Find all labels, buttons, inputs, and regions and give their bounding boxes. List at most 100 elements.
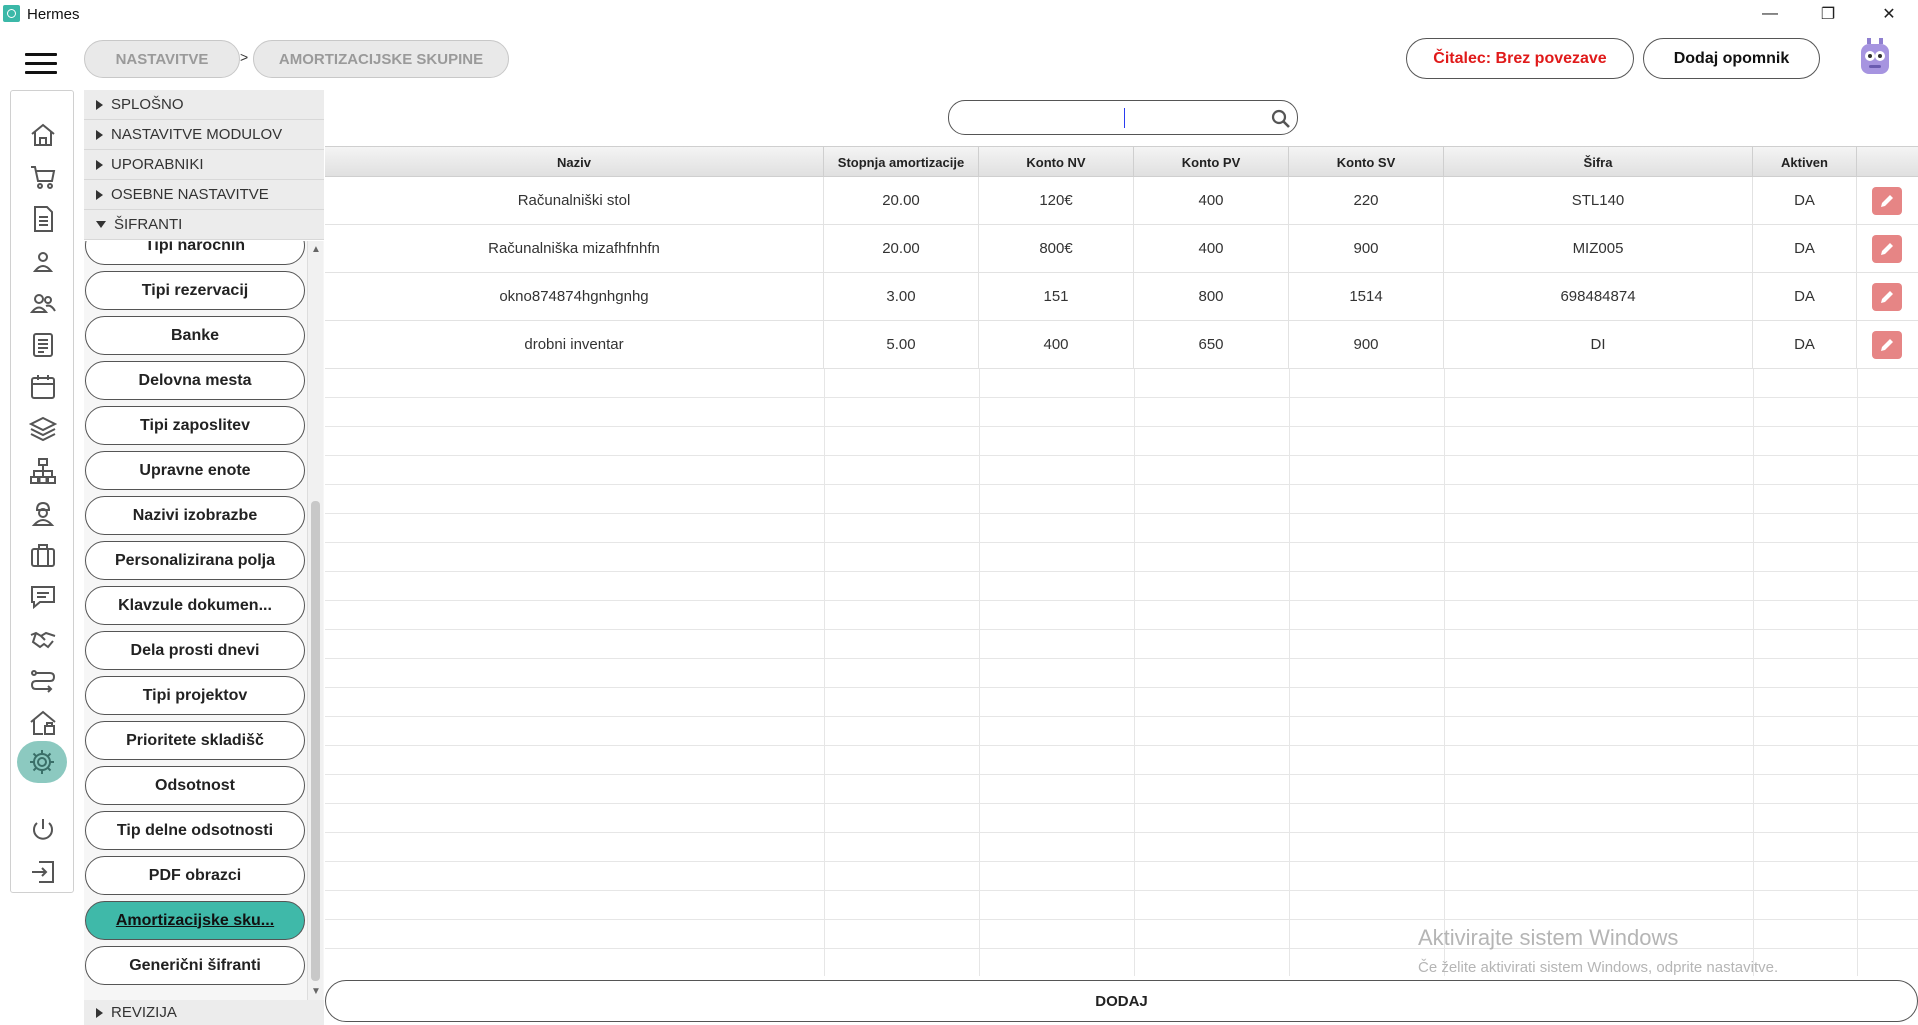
tree-section-uporabniki[interactable]: UPORABNIKI [84, 150, 324, 180]
edit-button[interactable] [1872, 187, 1902, 215]
search-icon[interactable] [1271, 109, 1291, 129]
sifranti-item[interactable]: Odsotnost [85, 766, 305, 805]
logout-icon[interactable] [28, 857, 58, 887]
table-cell: 800 [1134, 273, 1289, 320]
table-cell: 20.00 [824, 225, 979, 272]
sifranti-item[interactable]: Tipi naročnin [85, 241, 305, 265]
sifranti-item[interactable]: Tipi rezervacij [85, 271, 305, 310]
table-cell: DA [1753, 321, 1857, 368]
avatar[interactable] [1857, 38, 1893, 78]
chevron-right-icon [96, 1007, 103, 1018]
sifranti-item[interactable]: Delovna mesta [85, 361, 305, 400]
restore-button[interactable]: ❐ [1799, 0, 1857, 28]
empty-row [325, 775, 1918, 804]
windows-activation-text: Če želite aktivirati sistem Windows, odp… [1418, 959, 1779, 976]
empty-row [325, 572, 1918, 601]
table-row[interactable]: Računalniški stol 20.00 120€ 400 220 STL140 DA [325, 177, 1918, 225]
close-button[interactable]: ✕ [1860, 0, 1918, 28]
table-header: Naziv Stopnja amortizacije Konto NV Konto P… [325, 146, 1918, 178]
sifranti-item[interactable]: Prioritete skladišč [85, 721, 305, 760]
add-button[interactable]: DODAJ [325, 980, 1918, 1022]
sifranti-item[interactable]: Personalizirana polja [85, 541, 305, 580]
empty-row [325, 543, 1918, 572]
sifranti-item[interactable]: Upravne enote [85, 451, 305, 490]
column-header[interactable]: Konto NV [979, 147, 1134, 178]
column-header-actions [1857, 147, 1918, 178]
table-row[interactable]: Računalniška mizafhfnhfn 20.00 800€ 400 900 M… [325, 225, 1918, 273]
search-input[interactable] [965, 106, 1265, 130]
sifranti-item[interactable]: Tip delne odsotnosti [85, 811, 305, 850]
table-cell: 1514 [1289, 273, 1444, 320]
tree-section-nastavitve-modulov[interactable]: NASTAVITVE MODULOV [84, 120, 324, 150]
sifranti-scrollbar[interactable]: ▲ ▼ [307, 241, 323, 1000]
sifranti-item[interactable]: Nazivi izobrazbe [85, 496, 305, 535]
add-reminder-button[interactable]: Dodaj opomnik [1643, 38, 1820, 79]
table-row[interactable]: okno874874hgnhgnhg 3.00 151 800 1514 69848487… [325, 273, 1918, 321]
sifranti-item[interactable]: Amortizacijske sku... [85, 901, 305, 940]
person-icon[interactable] [28, 246, 58, 276]
table-row[interactable]: drobni inventar 5.00 400 650 900 DI DA [325, 321, 1918, 369]
handshake-icon[interactable] [28, 624, 58, 654]
table-cell: 220 [1289, 177, 1444, 224]
sifranti-item[interactable]: Tipi zaposlitev [85, 406, 305, 445]
scroll-down-icon[interactable]: ▼ [311, 986, 321, 997]
text-caret [1124, 108, 1125, 128]
column-header[interactable]: Konto PV [1134, 147, 1289, 178]
sifranti-item[interactable]: Generični šifranti [85, 946, 305, 985]
empty-row [325, 746, 1918, 775]
breadcrumb-current[interactable]: AMORTIZACIJSKE SKUPINE [253, 40, 509, 78]
table-cell: 5.00 [824, 321, 979, 368]
briefcase-icon[interactable] [28, 540, 58, 570]
tree-section-osebne-nastavitve[interactable]: OSEBNE NASTAVITVE [84, 180, 324, 210]
tree-section-revizija[interactable]: REVIZIJA [84, 1000, 324, 1025]
column-header[interactable]: Šifra [1444, 147, 1753, 178]
cart-icon[interactable] [28, 162, 58, 192]
power-icon[interactable] [28, 815, 58, 845]
edit-button[interactable] [1872, 283, 1902, 311]
sifranti-item[interactable]: PDF obrazci [85, 856, 305, 895]
people-icon[interactable] [28, 288, 58, 318]
column-header[interactable]: Stopnja amortizacije [824, 147, 979, 178]
chat-icon[interactable] [28, 582, 58, 612]
calendar-icon[interactable] [28, 372, 58, 402]
scrollbar-thumb[interactable] [311, 501, 320, 981]
column-header[interactable]: Naziv [325, 147, 824, 178]
route-icon[interactable] [28, 666, 58, 696]
empty-row [325, 717, 1918, 746]
chevron-right-icon [96, 159, 103, 170]
scroll-up-icon[interactable]: ▲ [311, 244, 321, 255]
warehouse-icon[interactable] [28, 708, 58, 738]
edit-button[interactable] [1872, 235, 1902, 263]
minimize-button[interactable]: — [1741, 0, 1799, 28]
sifranti-item[interactable]: Dela prosti dnevi [85, 631, 305, 670]
list-icon[interactable] [28, 330, 58, 360]
column-header[interactable]: Aktiven [1753, 147, 1857, 178]
empty-row [325, 891, 1918, 920]
tree-section-sifranti[interactable]: ŠIFRANTI [84, 210, 324, 240]
breadcrumb-settings[interactable]: NASTAVITVE [84, 40, 240, 78]
table-cell: DI [1444, 321, 1753, 368]
empty-row [325, 630, 1918, 659]
pencil-icon [1881, 195, 1893, 207]
window-title: Hermes [27, 6, 80, 23]
network-icon[interactable] [28, 456, 58, 486]
column-header[interactable]: Konto SV [1289, 147, 1444, 178]
search-box[interactable] [948, 100, 1298, 135]
empty-row [325, 427, 1918, 456]
sifranti-item[interactable]: Klavzule dokumen... [85, 586, 305, 625]
sifranti-item[interactable]: Tipi projektov [85, 676, 305, 715]
sifranti-item[interactable]: Banke [85, 316, 305, 355]
reader-status-button[interactable]: Čitalec: Brez povezave [1406, 38, 1634, 79]
menu-icon[interactable] [25, 53, 57, 75]
home-icon[interactable] [28, 120, 58, 150]
tree-section-splosno[interactable]: SPLOŠNO [84, 90, 324, 120]
empty-row [325, 862, 1918, 891]
edit-button[interactable] [1872, 331, 1902, 359]
table-cell: 900 [1289, 225, 1444, 272]
settings-icon[interactable] [17, 741, 67, 783]
table-cell: drobni inventar [325, 321, 824, 368]
empty-row [325, 369, 1918, 398]
worker-icon[interactable] [28, 498, 58, 528]
layers-icon[interactable] [28, 414, 58, 444]
document-icon[interactable] [28, 204, 58, 234]
